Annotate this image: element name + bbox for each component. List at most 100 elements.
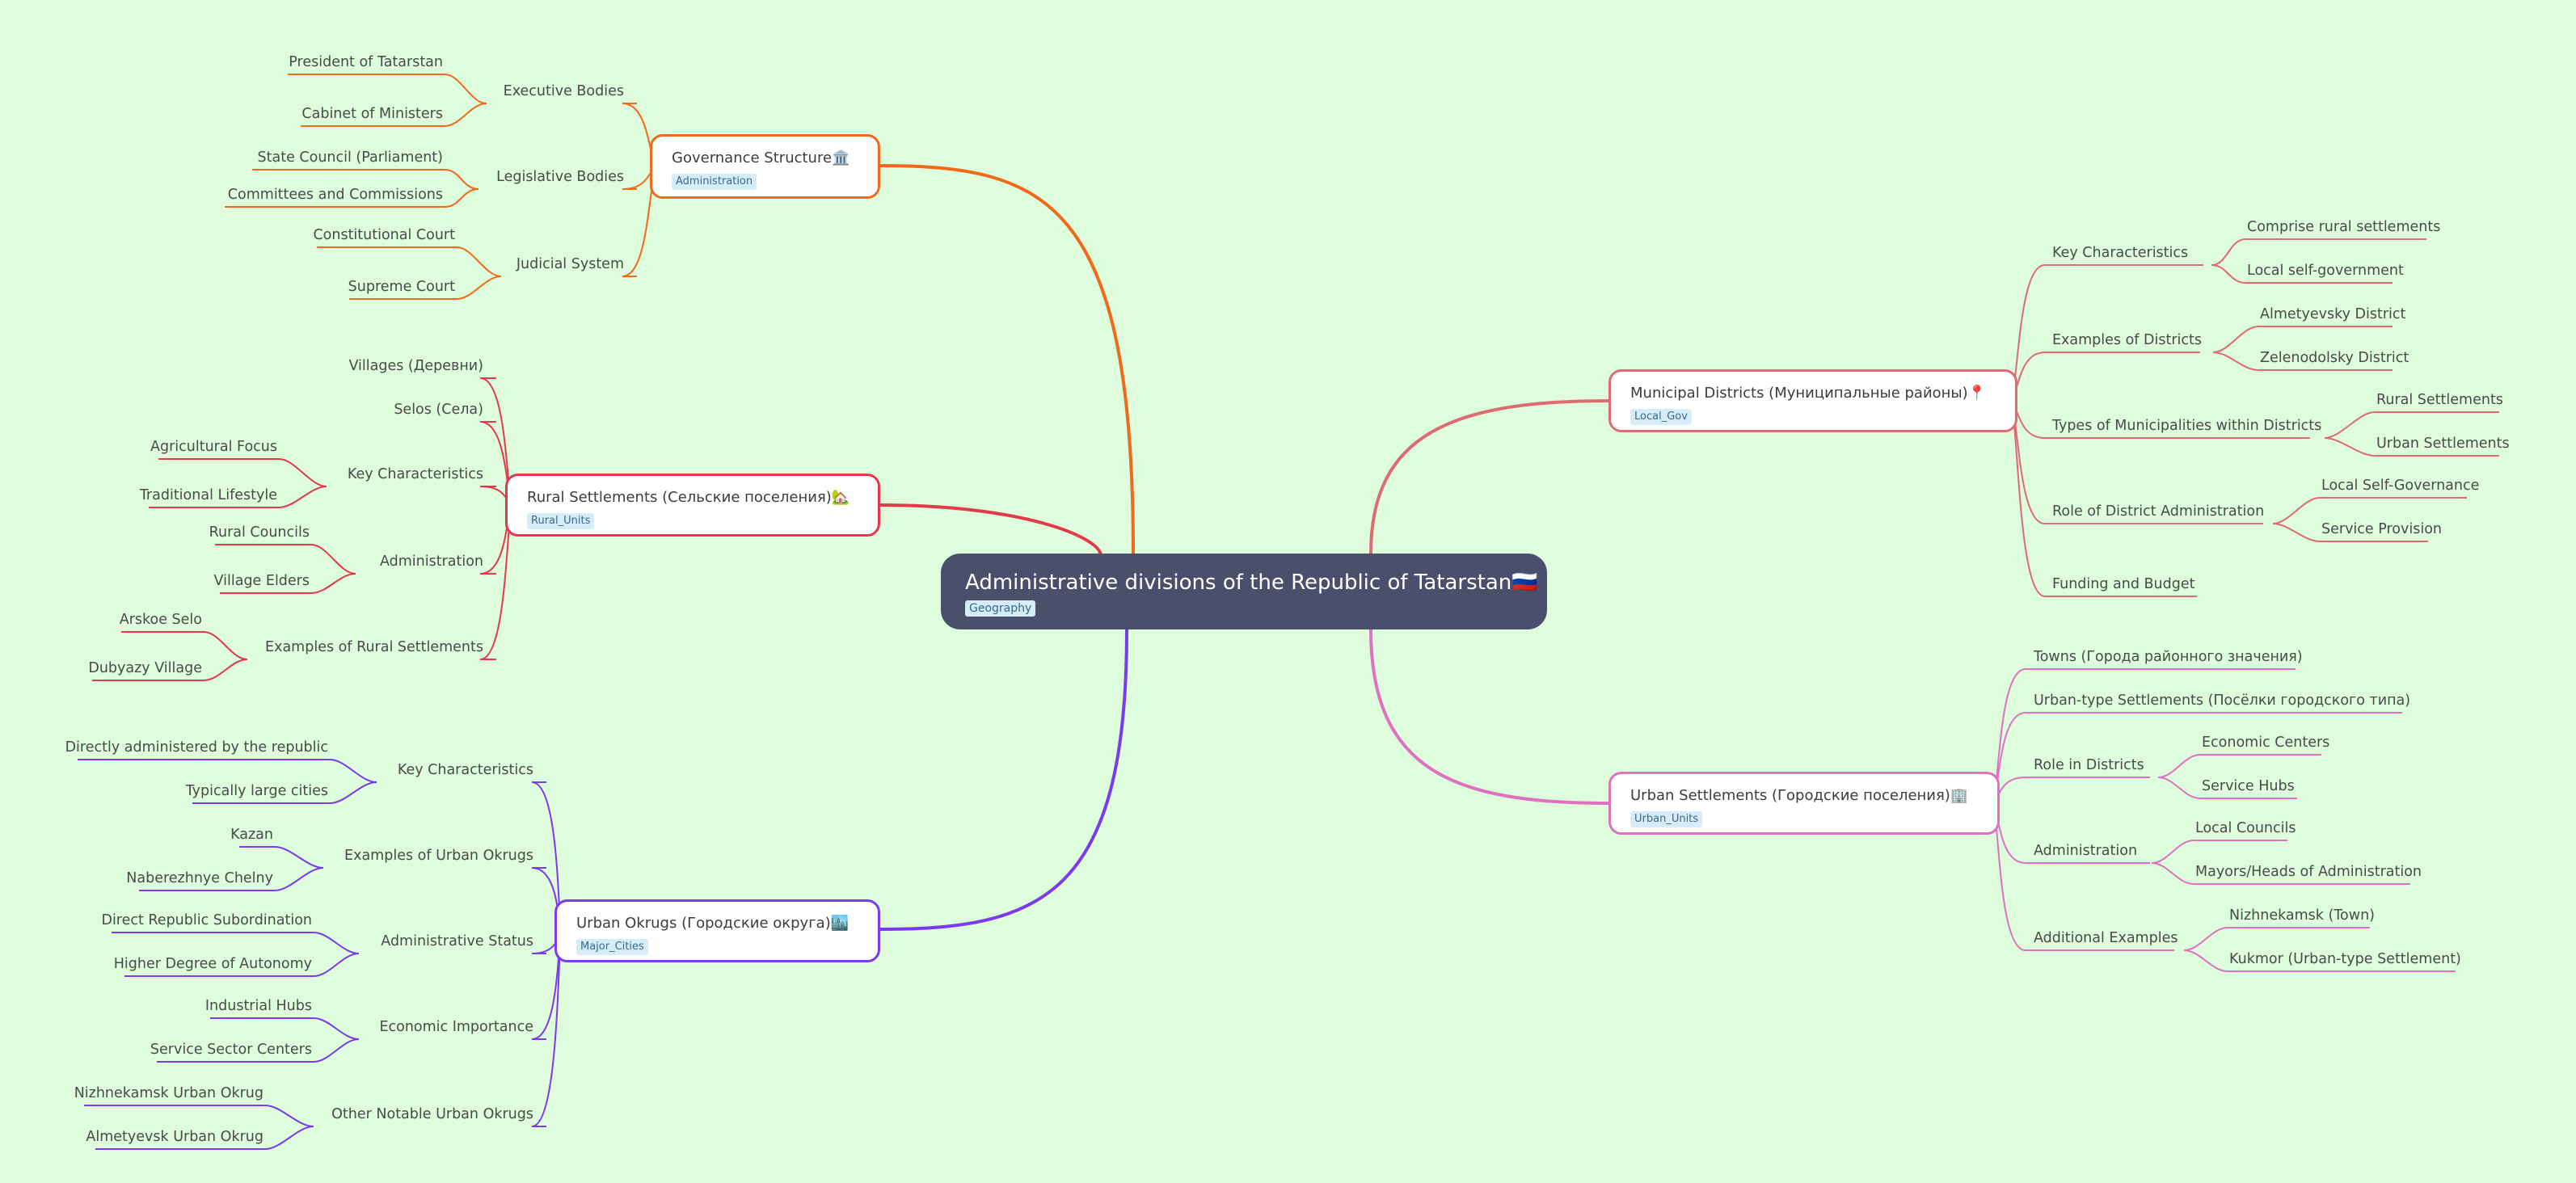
root-link-urban_okrugs <box>879 629 1128 931</box>
root-title: Administrative divisions of the Republic… <box>965 570 1538 595</box>
leaf-label[interactable]: Higher Degree of Autonomy <box>114 955 312 973</box>
leaf-link-urban_settlements-4-0 <box>2183 927 2370 951</box>
leaf-label[interactable]: Arskoe Selo <box>120 611 202 629</box>
child-label[interactable]: Key Characteristics <box>348 465 483 483</box>
leaf-label[interactable]: Zelenodolsky District <box>2260 349 2409 367</box>
leaf-label[interactable]: Dubyazy Village <box>88 659 202 677</box>
leaf-label[interactable]: Naberezhnye Chelny <box>126 869 273 887</box>
branch-node-urban_okrugs[interactable]: Urban Okrugs (Городские округа)🏙️ Major_C… <box>554 899 880 962</box>
branch-title: Rural Settlements (Сельские поселения)🏡 <box>527 489 850 506</box>
branch-node-municipal[interactable]: Municipal Districts (Муниципальные район… <box>1608 369 2017 432</box>
root-link-municipal <box>1369 399 1609 554</box>
branch-title: Municipal Districts (Муниципальные район… <box>1630 385 1987 402</box>
branch-title: Urban Settlements (Городские поселения)🏢 <box>1630 787 1969 804</box>
leaf-label[interactable]: Almetyevsky District <box>2260 305 2405 323</box>
child-label[interactable]: Examples of Urban Okrugs <box>344 847 533 865</box>
child-label[interactable]: Additional Examples <box>2034 929 2178 947</box>
branch-title: Governance Structure🏛️ <box>672 149 850 166</box>
root-tag: Geography <box>965 600 1036 617</box>
child-label[interactable]: Towns (Города районного значения) <box>2034 648 2303 666</box>
child-label[interactable]: Administration <box>380 553 483 570</box>
leaf-label[interactable]: Service Sector Centers <box>150 1041 312 1059</box>
leaf-label[interactable]: Direct Republic Subordination <box>101 911 312 929</box>
child-label[interactable]: Role in Districts <box>2034 756 2144 774</box>
leaf-link-rural-3-0 <box>215 544 356 575</box>
child-label[interactable]: Funding and Budget <box>2052 575 2194 593</box>
leaf-link-urban_okrugs-4-0 <box>84 1105 314 1127</box>
leaf-label[interactable]: Committees and Commissions <box>228 186 443 204</box>
branch-title: Urban Okrugs (Городские округа)🏙️ <box>576 915 850 932</box>
child-link-urban_okrugs-4 <box>531 930 562 1127</box>
leaf-label[interactable]: Local Councils <box>2195 819 2296 837</box>
leaf-link-governance-2-0 <box>317 246 502 277</box>
leaf-label[interactable]: Rural Councils <box>209 524 310 541</box>
leaf-label[interactable]: Traditional Lifestyle <box>140 486 277 504</box>
leaf-link-urban_okrugs-2-0 <box>112 932 360 954</box>
branch-node-governance[interactable]: Governance Structure🏛️ Administration <box>650 134 880 199</box>
leaf-label[interactable]: Supreme Court <box>348 278 455 296</box>
root-link-urban_settlements <box>1369 629 1609 805</box>
leaf-label[interactable]: Directly administered by the republic <box>65 739 328 756</box>
leaf-label[interactable]: Comprise rural settlements <box>2247 218 2440 236</box>
child-label[interactable]: Examples of Districts <box>2052 331 2202 349</box>
leaf-link-governance-0-0 <box>288 74 487 104</box>
child-label[interactable]: Key Characteristics <box>2052 244 2188 262</box>
child-label[interactable]: Villages (Деревни) <box>348 357 483 375</box>
child-label[interactable]: Types of Municipalities within Districts <box>2052 417 2321 435</box>
leaf-link-rural-2-0 <box>158 458 327 487</box>
leaf-link-urban_settlements-3-0 <box>2151 840 2287 864</box>
leaf-link-rural-4-0 <box>121 631 248 660</box>
leaf-link-urban_okrugs-1-0 <box>239 846 324 869</box>
leaf-link-urban_okrugs-0-0 <box>78 759 377 783</box>
leaf-label[interactable]: Service Hubs <box>2202 777 2295 795</box>
leaf-label[interactable]: Rural Settlements <box>2376 391 2503 409</box>
leaf-label[interactable]: Kazan <box>230 826 273 844</box>
child-link-urban_settlements-4 <box>1992 802 2174 951</box>
child-link-municipal-1 <box>2010 352 2200 402</box>
leaf-label[interactable]: Mayors/Heads of Administration <box>2195 863 2422 881</box>
child-label[interactable]: Economic Importance <box>379 1018 533 1036</box>
leaf-label[interactable]: Typically large cities <box>186 782 328 800</box>
branch-node-urban_settlements[interactable]: Urban Settlements (Городские поселения)🏢… <box>1608 772 2000 835</box>
leaf-link-urban_okrugs-3-0 <box>210 1017 360 1040</box>
branch-tag: Major_Cities <box>576 939 648 955</box>
child-label[interactable]: Role of District Administration <box>2052 503 2264 520</box>
leaf-label[interactable]: Nizhnekamsk Urban Okrug <box>74 1084 264 1102</box>
child-label[interactable]: Executive Bodies <box>504 82 624 100</box>
branch-tag: Rural_Units <box>527 513 595 529</box>
child-label[interactable]: Administrative Status <box>381 933 533 950</box>
branch-tag: Administration <box>672 174 757 190</box>
leaf-label[interactable]: State Council (Parliament) <box>258 149 443 166</box>
leaf-label[interactable]: Economic Centers <box>2202 734 2329 751</box>
leaf-label[interactable]: Agricultural Focus <box>150 438 277 456</box>
leaf-label[interactable]: Constitutional Court <box>313 226 455 244</box>
branch-tag: Local_Gov <box>1630 409 1692 425</box>
child-label[interactable]: Administration <box>2034 842 2137 860</box>
leaf-label[interactable]: Local Self-Governance <box>2321 477 2479 495</box>
leaf-label[interactable]: Industrial Hubs <box>205 997 312 1015</box>
root-node[interactable]: Administrative divisions of the Republic… <box>941 554 1547 629</box>
leaf-label[interactable]: Village Elders <box>214 572 310 590</box>
child-link-urban_settlements-2 <box>1992 777 2150 804</box>
mind-map-canvas: Administrative divisions of the Republic… <box>0 0 2576 1183</box>
branch-node-rural[interactable]: Rural Settlements (Сельские поселения)🏡 R… <box>505 474 880 537</box>
root-link-rural <box>879 503 1102 557</box>
branch-tag: Urban_Units <box>1630 811 1703 827</box>
child-label[interactable]: Examples of Rural Settlements <box>265 638 483 656</box>
root-link-governance <box>879 164 1135 554</box>
child-label[interactable]: Key Characteristics <box>398 761 533 779</box>
child-label[interactable]: Legislative Bodies <box>496 168 624 186</box>
leaf-label[interactable]: Cabinet of Ministers <box>301 105 443 123</box>
leaf-label[interactable]: Service Provision <box>2321 520 2442 538</box>
leaf-label[interactable]: President of Tatarstan <box>289 53 443 71</box>
child-label[interactable]: Judicial System <box>516 255 624 273</box>
leaf-label[interactable]: Nizhnekamsk (Town) <box>2229 907 2375 924</box>
leaf-link-urban_settlements-2-0 <box>2157 754 2321 778</box>
leaf-label[interactable]: Almetyevsk Urban Okrug <box>86 1128 264 1146</box>
leaf-label[interactable]: Local self-government <box>2247 262 2404 280</box>
child-label[interactable]: Selos (Села) <box>394 401 483 419</box>
leaf-label[interactable]: Urban Settlements <box>2376 435 2510 453</box>
child-label[interactable]: Other Notable Urban Okrugs <box>331 1105 533 1123</box>
leaf-label[interactable]: Kukmor (Urban-type Settlement) <box>2229 950 2461 968</box>
child-label[interactable]: Urban-type Settlements (Посёлки городско… <box>2034 692 2410 709</box>
